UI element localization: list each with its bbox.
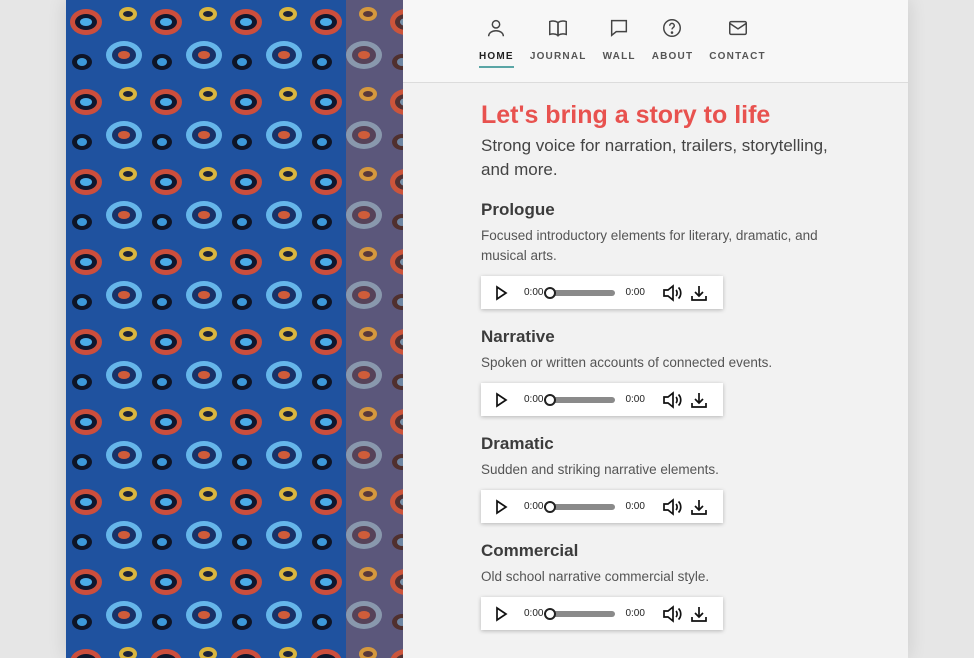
volume-icon[interactable] — [662, 390, 682, 409]
audio-player: 0:00 0:00 — [481, 276, 723, 309]
duration: 0:00 — [625, 287, 645, 298]
seek-slider[interactable] — [544, 607, 616, 620]
track-title: Commercial — [481, 541, 579, 560]
nav-item-label: JOURNAL — [529, 51, 587, 62]
nav-item-contact[interactable]: CONTACT — [709, 17, 766, 62]
volume-icon[interactable] — [662, 497, 682, 516]
volume-icon[interactable] — [662, 604, 682, 623]
audio-track: Commercial Old school narrative commercia… — [481, 540, 823, 630]
main-content: HOME JOURNAL WALL ABOUT CONTACT Let's bring … — [403, 0, 908, 658]
seek-slider[interactable] — [544, 500, 616, 513]
current-time: 0:00 — [524, 394, 544, 405]
volume-icon[interactable] — [662, 283, 682, 302]
envelope-icon — [727, 17, 749, 44]
nav-item-label: HOME — [479, 51, 514, 62]
question-circle-icon — [661, 17, 683, 44]
track-description: Spoken or written accounts of connected … — [481, 355, 773, 370]
duration: 0:00 — [625, 501, 645, 512]
seek-slider[interactable] — [544, 286, 616, 299]
audio-track: Dramatic Sudden and striking narrative el… — [481, 433, 823, 523]
current-time: 0:00 — [524, 287, 544, 298]
track-title: Dramatic — [481, 434, 554, 453]
person-icon — [485, 17, 507, 44]
nav-item-journal[interactable]: JOURNAL — [530, 17, 587, 62]
seek-knob[interactable] — [544, 607, 557, 620]
audio-player: 0:00 0:00 — [481, 490, 723, 523]
main-section: Let's bring a story to life Strong voice… — [403, 83, 828, 630]
chat-bubble-icon — [608, 17, 630, 44]
abstract-art-image — [66, 0, 403, 658]
audio-track: Prologue Focused introductory elements fo… — [481, 199, 823, 309]
seek-knob[interactable] — [544, 500, 557, 513]
page-subheading: Strong voice for narration, trailers, st… — [481, 136, 828, 179]
seek-slider[interactable] — [544, 393, 616, 406]
track-description: Old school narrative commercial style. — [481, 569, 710, 584]
track-description: Focused introductory elements for litera… — [481, 228, 818, 263]
download-icon[interactable] — [690, 391, 708, 409]
play-icon[interactable] — [493, 605, 509, 622]
audio-player: 0:00 0:00 — [481, 383, 723, 416]
play-icon[interactable] — [493, 391, 509, 408]
seek-knob[interactable] — [544, 286, 557, 299]
download-icon[interactable] — [690, 284, 708, 302]
audio-player: 0:00 0:00 — [481, 597, 723, 630]
nav-item-about[interactable]: ABOUT — [652, 17, 694, 62]
download-icon[interactable] — [690, 498, 708, 516]
book-icon — [547, 17, 569, 44]
current-time: 0:00 — [524, 608, 544, 619]
nav-item-label: ABOUT — [651, 51, 694, 62]
current-time: 0:00 — [524, 501, 544, 512]
duration: 0:00 — [625, 394, 645, 405]
page-card: HOME JOURNAL WALL ABOUT CONTACT Let's bring … — [66, 0, 908, 658]
track-title: Narrative — [481, 327, 555, 346]
track-title: Prologue — [481, 200, 555, 219]
play-icon[interactable] — [493, 498, 509, 515]
nav-item-label: WALL — [602, 51, 636, 62]
page-headline: Let's bring a story to life — [481, 101, 771, 129]
top-navigation: HOME JOURNAL WALL ABOUT CONTACT — [403, 0, 908, 83]
play-icon[interactable] — [493, 284, 509, 301]
audio-track: Narrative Spoken or written accounts of c… — [481, 326, 823, 416]
track-list: Prologue Focused introductory elements fo… — [481, 199, 823, 630]
seek-knob[interactable] — [544, 393, 557, 406]
nav-item-wall[interactable]: WALL — [603, 17, 636, 62]
nav-item-home[interactable]: HOME — [479, 17, 514, 68]
track-description: Sudden and striking narrative elements. — [481, 462, 719, 477]
duration: 0:00 — [625, 608, 645, 619]
nav-item-label: CONTACT — [709, 51, 766, 62]
download-icon[interactable] — [690, 605, 708, 623]
